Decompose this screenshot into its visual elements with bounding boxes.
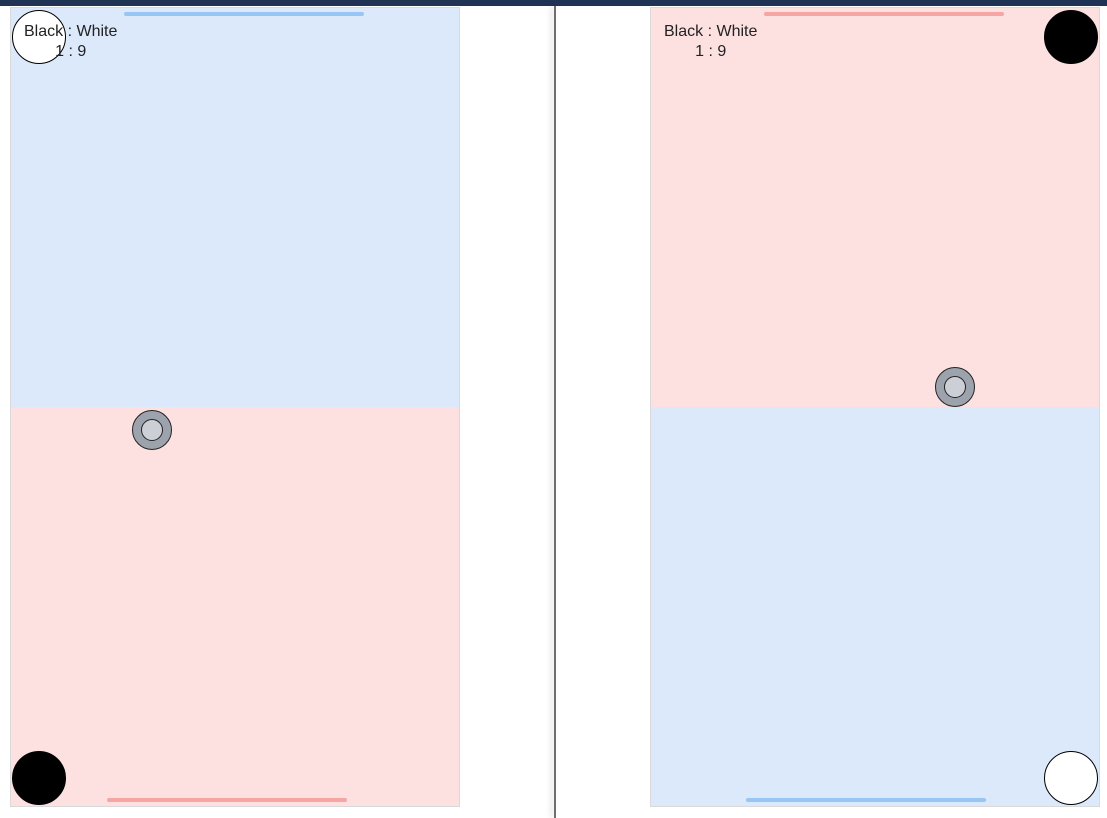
right-game-board[interactable]: Black : White 1 : 9 — [650, 7, 1100, 807]
bottom-goal-bar — [107, 798, 347, 802]
bottom-half-red-zone — [11, 407, 459, 806]
puck-center — [944, 376, 966, 398]
scoreboard: Black : White 1 : 9 — [24, 22, 117, 62]
score-values: 1 : 9 — [55, 43, 87, 60]
view-divider — [554, 6, 556, 818]
bottom-goal-bar — [746, 798, 986, 802]
top-half-blue-zone — [11, 8, 459, 407]
black-paddle[interactable] — [1044, 10, 1098, 64]
left-game-board[interactable]: Black : White 1 : 9 — [10, 7, 460, 807]
top-half-red-zone — [651, 8, 1099, 407]
score-label: Black : White — [664, 23, 758, 40]
puck-center — [141, 419, 163, 441]
puck — [935, 367, 975, 407]
top-goal-bar — [124, 12, 364, 16]
bottom-half-blue-zone — [651, 407, 1099, 806]
white-paddle[interactable] — [1044, 751, 1098, 805]
black-paddle[interactable] — [12, 751, 66, 805]
score-label: Black : White — [24, 23, 118, 40]
score-values: 1 : 9 — [695, 43, 727, 60]
puck — [132, 410, 172, 450]
top-goal-bar — [764, 12, 1004, 16]
scoreboard: Black : White 1 : 9 — [664, 22, 757, 62]
